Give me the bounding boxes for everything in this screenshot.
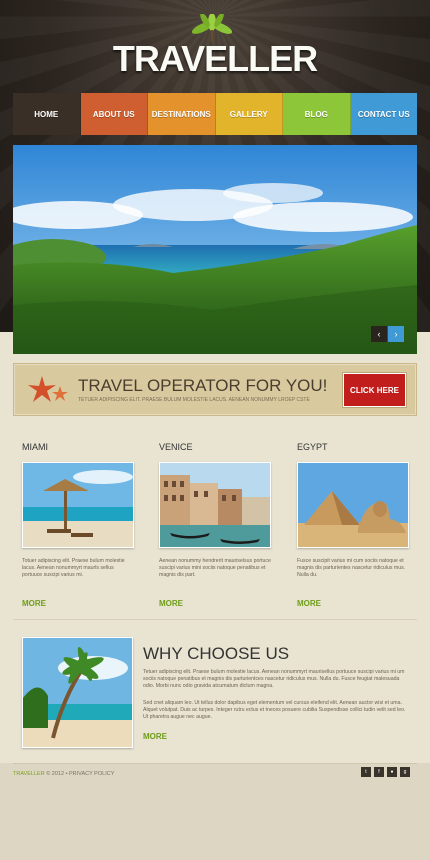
footer-brand[interactable]: TRAVELLER — [13, 771, 45, 777]
destination-card-egypt: EGYPT Fusce suscipit varius mi cum socii… — [297, 442, 409, 611]
nav-gallery[interactable]: Gallery — [215, 93, 283, 135]
why-paragraph-2: Sed cnet aliquam leo. Ut tellus dolor da… — [143, 700, 406, 720]
more-link[interactable]: MORE — [159, 599, 183, 608]
egypt-image[interactable] — [297, 462, 409, 548]
miami-image[interactable] — [22, 462, 134, 548]
starfish-icon — [28, 376, 68, 402]
more-link[interactable]: MORE — [22, 599, 46, 608]
section-divider — [13, 619, 417, 620]
hero-slider — [13, 145, 417, 354]
banner-subtitle: TETUER ADIPISCING ELIT. PRAESE BULUM MOL… — [78, 397, 310, 403]
footer: TRAVELLER © 2012 • PRIVACY POLICY t f ● … — [0, 763, 430, 860]
hero-landscape-image — [13, 145, 417, 354]
destination-title: MIAMI — [22, 442, 48, 452]
nav-about-us[interactable]: About Us — [80, 93, 148, 135]
rss-icon[interactable]: ● — [387, 767, 397, 777]
promo-banner: TRAVEL OPERATOR FOR YOU! TETUER ADIPISCI… — [13, 363, 417, 416]
why-paragraph-1: Tetuer adipiscing elit. Praese bulum mol… — [143, 669, 405, 689]
why-choose-us-image — [22, 637, 133, 748]
copyright: TRAVELLER © 2012 • PRIVACY POLICY — [13, 771, 114, 777]
destination-text: Fusce suscipit varius mi cum sociis nato… — [297, 558, 406, 578]
nav-contact-us[interactable]: Contact Us — [350, 93, 417, 135]
google-icon[interactable]: g — [400, 767, 410, 777]
why-more-link[interactable]: MORE — [143, 732, 167, 741]
click-here-button[interactable]: CLICK HERE — [343, 373, 406, 407]
banner-title: TRAVEL OPERATOR FOR YOU! — [78, 376, 328, 395]
facebook-icon[interactable]: f — [374, 767, 384, 777]
site-logo[interactable]: TRAVELLER — [0, 38, 430, 80]
copyright-text[interactable]: © 2012 • PRIVACY POLICY — [46, 771, 114, 777]
destination-text: Aenean nonummy hendrerit mauriselsus por… — [159, 558, 271, 578]
slider-prev-button[interactable]: ‹ — [371, 326, 387, 342]
destination-card-venice: VENICE Aenean nonummy hendrerit maurisel… — [159, 442, 271, 611]
venice-image[interactable] — [159, 462, 271, 548]
more-link[interactable]: MORE — [297, 599, 321, 608]
footer-divider — [13, 763, 417, 764]
why-choose-us-title: WHY CHOOSE US — [143, 644, 290, 663]
nav-home[interactable]: Home — [13, 93, 81, 135]
slider-next-button[interactable]: › — [388, 326, 404, 342]
destination-title: EGYPT — [297, 442, 328, 452]
twitter-icon[interactable]: t — [361, 767, 371, 777]
social-links: t f ● g — [361, 767, 410, 777]
destination-title: VENICE — [159, 442, 193, 452]
main-nav: Home About Us Destinations Gallery Blog … — [13, 93, 417, 135]
nav-blog[interactable]: Blog — [283, 93, 351, 135]
destination-card-miami: MIAMI Totuer adipiscing elit. Praese bul… — [22, 442, 134, 611]
chevron-right-icon: › — [394, 329, 398, 339]
chevron-left-icon: ‹ — [377, 329, 381, 339]
destination-text: Totuer adipiscing elit. Praese bulum mol… — [22, 558, 125, 578]
nav-destinations[interactable]: Destinations — [148, 93, 216, 135]
